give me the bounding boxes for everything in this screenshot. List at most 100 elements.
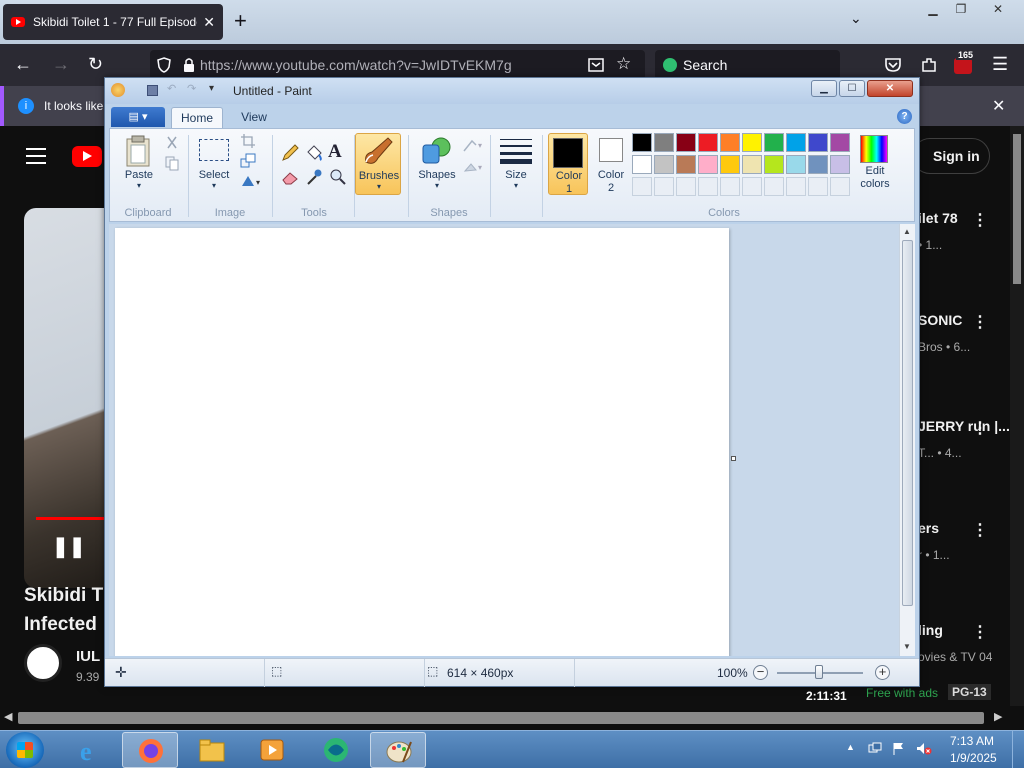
help-icon[interactable]: ?	[897, 109, 912, 124]
undo-icon[interactable]: ↶	[167, 82, 176, 95]
palette-color-swatch[interactable]	[720, 133, 740, 152]
show-hidden-icons-icon[interactable]: ▲	[846, 742, 855, 752]
reload-icon[interactable]: ↻	[88, 54, 103, 75]
menu-hamburger-icon[interactable]: ☰	[992, 54, 1008, 75]
color-1-button[interactable]: Color 1	[548, 133, 588, 195]
scroll-right-icon[interactable]: ▶	[994, 710, 1002, 723]
browser-restore-button[interactable]: ❐	[946, 0, 976, 20]
palette-color-swatch[interactable]	[698, 155, 718, 174]
start-button[interactable]	[6, 732, 44, 768]
resize-icon[interactable]	[240, 153, 256, 169]
canvas-resize-handle[interactable]	[731, 456, 736, 461]
fill-icon[interactable]: ▾	[462, 159, 486, 175]
more-options-icon[interactable]: ⋮	[972, 520, 988, 540]
scrollbar-thumb[interactable]	[1013, 134, 1021, 284]
palette-color-swatch[interactable]	[632, 133, 652, 152]
list-all-tabs-icon[interactable]: ⌄	[850, 10, 862, 27]
new-tab-button[interactable]: +	[234, 8, 247, 34]
fill-bucket-icon[interactable]	[304, 143, 324, 163]
zoom-in-button[interactable]: +	[875, 665, 890, 680]
palette-color-swatch[interactable]	[632, 155, 652, 174]
taskbar-app-green[interactable]	[308, 732, 364, 768]
show-desktop-button[interactable]	[1012, 731, 1024, 768]
taskbar-paint[interactable]	[370, 732, 426, 768]
notice-close-icon[interactable]: ✕	[992, 96, 1005, 116]
palette-color-swatch[interactable]	[786, 133, 806, 152]
browser-minimize-button[interactable]: ▁	[918, 0, 948, 20]
cut-icon[interactable]	[164, 135, 180, 151]
palette-color-swatch[interactable]	[742, 155, 762, 174]
youtube-logo-icon[interactable]	[72, 146, 102, 167]
paint-file-menu-button[interactable]: ▤ ▾	[111, 107, 165, 127]
ublock-extension-icon[interactable]	[954, 58, 972, 74]
palette-color-swatch[interactable]	[698, 133, 718, 152]
palette-custom-slot[interactable]	[830, 177, 850, 196]
lock-icon[interactable]	[182, 57, 196, 73]
palette-color-swatch[interactable]	[742, 133, 762, 152]
customize-toolbar-icon[interactable]: ▾	[209, 83, 214, 94]
palette-color-swatch[interactable]	[808, 133, 828, 152]
palette-custom-slot[interactable]	[720, 177, 740, 196]
palette-custom-slot[interactable]	[654, 177, 674, 196]
taskbar-media-player[interactable]	[244, 732, 300, 768]
tab-home[interactable]: Home	[171, 107, 223, 129]
edit-colors-swatch-icon[interactable]	[860, 135, 888, 163]
recommendation-item[interactable]: ilet 78 • 1... ⋮	[918, 210, 998, 252]
youtube-menu-icon[interactable]	[26, 148, 46, 169]
tab-close-icon[interactable]: ✕	[203, 14, 215, 31]
sign-in-button[interactable]: Sign in	[912, 138, 990, 174]
reader-view-icon[interactable]	[588, 57, 604, 73]
more-options-icon[interactable]: ⋮	[972, 312, 988, 332]
palette-custom-slot[interactable]	[764, 177, 784, 196]
search-box[interactable]: Search	[655, 50, 840, 80]
scroll-down-icon[interactable]: ▼	[903, 642, 911, 651]
zoom-slider-knob[interactable]	[815, 665, 823, 679]
palette-custom-slot[interactable]	[786, 177, 806, 196]
recommendation-item[interactable]: ers r • 1... ⋮	[918, 520, 998, 562]
more-options-icon[interactable]: ⋮	[972, 418, 988, 438]
shapes-button[interactable]: Shapes ▾	[414, 133, 460, 195]
edit-colors-button[interactable]: Edit colors	[850, 165, 900, 195]
palette-custom-slot[interactable]	[676, 177, 696, 196]
rotate-icon[interactable]: ▾	[240, 173, 264, 189]
color-2-swatch[interactable]	[599, 138, 623, 162]
palette-color-swatch[interactable]	[654, 133, 674, 152]
palette-color-swatch[interactable]	[720, 155, 740, 174]
clock-time[interactable]: 7:13 AM	[950, 734, 994, 748]
palette-color-swatch[interactable]	[830, 155, 850, 174]
palette-color-swatch[interactable]	[764, 133, 784, 152]
color-picker-icon[interactable]	[304, 167, 324, 187]
paste-button[interactable]: Paste ▾	[118, 133, 160, 195]
palette-color-swatch[interactable]	[808, 155, 828, 174]
palette-custom-slot[interactable]	[632, 177, 652, 196]
recommendation-item[interactable]: ling ovies & TV 04 ⋮	[918, 622, 998, 664]
url-bar[interactable]: https://www.youtube.com/watch?v=JwIDTvEK…	[150, 50, 645, 80]
paint-app-icon[interactable]	[111, 83, 125, 97]
page-vertical-scrollbar[interactable]	[1010, 126, 1024, 706]
scrollbar-thumb[interactable]	[902, 240, 913, 606]
magnifier-icon[interactable]	[328, 167, 348, 187]
recommendation-item[interactable]: SONIC Bros • 6... ⋮	[918, 312, 998, 354]
browser-tab-active[interactable]: Skibidi Toilet 1 - 77 Full Episode ✕	[3, 4, 223, 40]
back-arrow-icon[interactable]: ←	[14, 54, 32, 75]
scroll-up-icon[interactable]: ▲	[903, 227, 911, 236]
extensions-puzzle-icon[interactable]	[920, 56, 938, 74]
pause-icon[interactable]: ❚❚	[52, 534, 86, 559]
action-center-flag-icon[interactable]	[892, 742, 906, 755]
palette-color-swatch[interactable]	[830, 133, 850, 152]
taskbar-internet-explorer[interactable]: e	[62, 732, 118, 768]
crop-icon[interactable]	[240, 133, 256, 149]
video-progress-bar[interactable]	[36, 517, 106, 520]
paint-close-button[interactable]: ✕	[867, 80, 913, 97]
more-options-icon[interactable]: ⋮	[972, 622, 988, 642]
paint-maximize-button[interactable]: ☐	[839, 80, 865, 97]
palette-color-swatch[interactable]	[676, 133, 696, 152]
palette-color-swatch[interactable]	[676, 155, 696, 174]
taskbar-firefox[interactable]	[122, 732, 178, 768]
shield-icon[interactable]	[156, 57, 172, 73]
palette-color-swatch[interactable]	[654, 155, 674, 174]
more-options-icon[interactable]: ⋮	[972, 210, 988, 230]
outline-icon[interactable]: ▾	[462, 137, 486, 153]
channel-avatar[interactable]	[24, 644, 62, 682]
channel-name[interactable]: IUL	[76, 648, 100, 665]
